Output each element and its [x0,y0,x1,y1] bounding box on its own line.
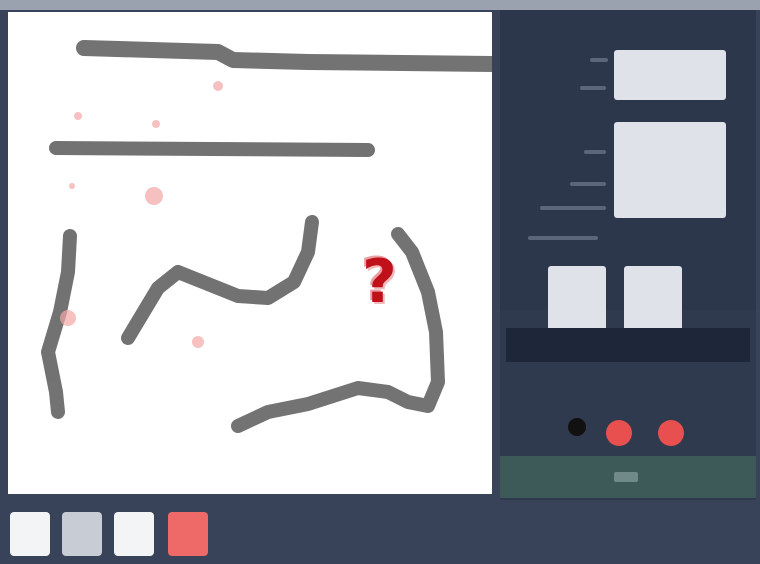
marker-dot [74,112,82,120]
middle-line-stroke [49,141,375,157]
canvas-drawing [41,40,492,433]
divider-strip [506,328,750,362]
side-panel [500,10,756,500]
option-panel-button[interactable] [614,122,726,218]
marker-dot [69,183,75,189]
top-bar [0,0,760,10]
option-label [540,206,606,210]
confirm-bar[interactable] [500,456,756,498]
drawing-canvas[interactable]: ? [8,12,492,494]
settings-panel [500,10,756,342]
unknown-symbol: ? [362,247,397,317]
tool-button-3[interactable] [114,512,154,556]
option-label [590,58,608,62]
marker-dot [213,81,223,91]
top-line-stroke [76,40,492,72]
marker-dot [145,187,163,205]
app-frame: ? [0,0,760,564]
option-button[interactable] [614,50,726,100]
red-action-button[interactable] [606,420,632,446]
black-dot-icon [568,418,586,436]
right-wavy-stroke [231,227,445,433]
marker-dot [152,120,160,128]
option-label [528,236,598,240]
marker-dot [192,336,204,348]
confirm-icon [614,472,638,482]
tool-button-2[interactable] [62,512,102,556]
center-wavy-stroke [121,215,319,345]
option-label [584,150,606,154]
tool-button-1[interactable] [10,512,50,556]
marker-dot [60,310,76,326]
tool-button-4-active[interactable] [168,512,208,556]
option-label [580,86,606,90]
option-label [570,182,606,186]
red-action-button[interactable] [658,420,684,446]
